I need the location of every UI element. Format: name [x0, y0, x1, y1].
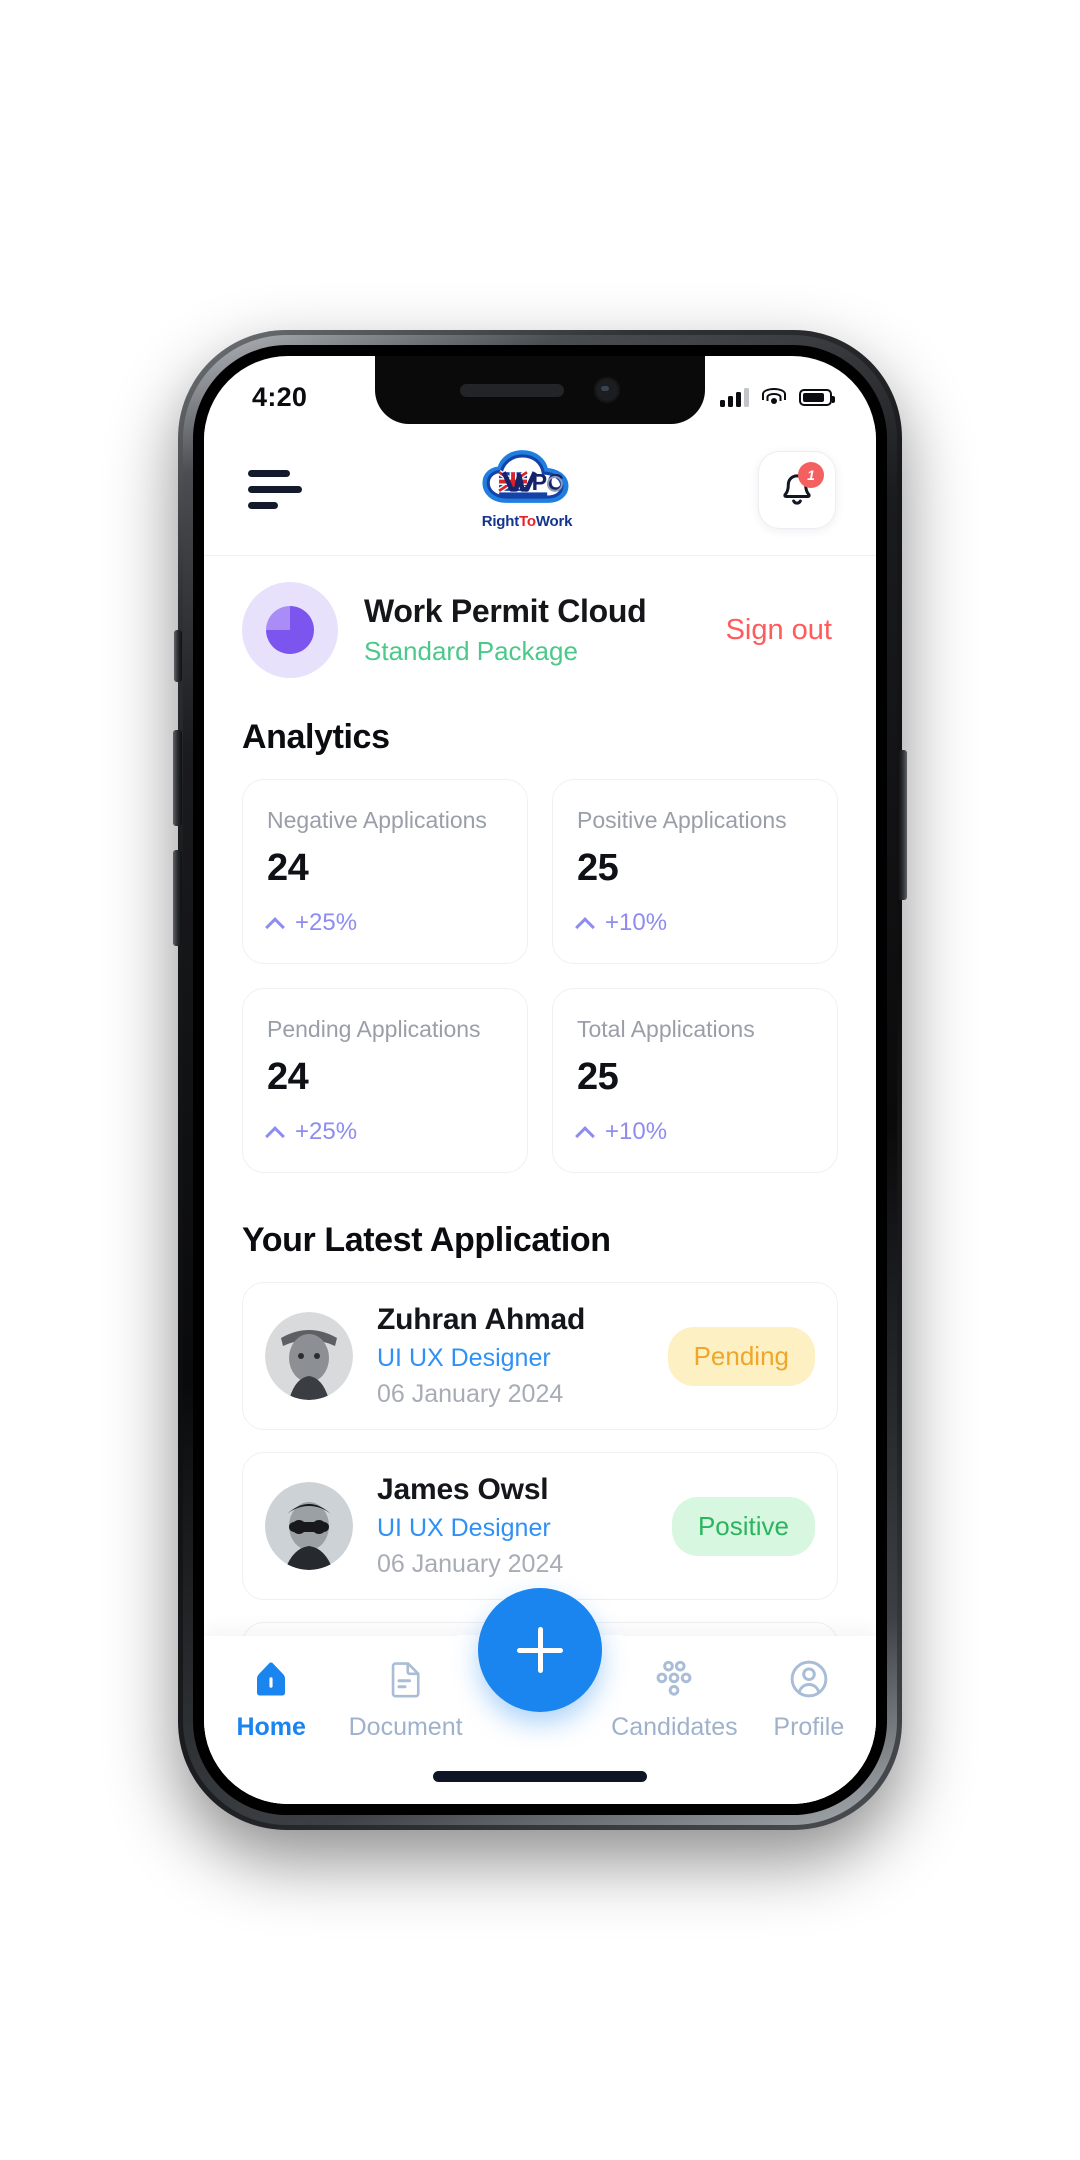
analytics-card-value: 24: [267, 1056, 309, 1098]
analytics-card-label: Negative Applications: [267, 807, 487, 833]
chevron-up-icon: [577, 1123, 596, 1142]
wordmark-work: Work: [535, 513, 573, 530]
analytics-card-delta-text: +25%: [295, 909, 358, 936]
candidate-info: James Owsl UI UX Designer 06 January 2024: [377, 1473, 672, 1579]
logo-wordmark: RightToWork: [482, 513, 573, 530]
candidates-icon: [651, 1656, 697, 1702]
analytics-card-delta-text: +10%: [605, 1118, 668, 1145]
analytics-card-grid: Negative Applications 24 +25% Positive Appl…: [242, 779, 838, 1173]
notification-button[interactable]: 1: [758, 450, 836, 529]
status-badge: Positive: [671, 1496, 815, 1556]
analytics-card-delta: +25%: [267, 1118, 503, 1146]
wifi-icon: [762, 388, 786, 406]
candidate-role[interactable]: UI UX Designer: [377, 1514, 672, 1543]
avatar: [242, 582, 338, 678]
analytics-card[interactable]: Negative Applications 24 +25%: [242, 779, 528, 964]
analytics-card-label: Total Applications: [577, 1016, 755, 1042]
analytics-card-label: Positive Applications: [577, 807, 787, 833]
chevron-up-icon: [267, 1123, 286, 1142]
chevron-up-icon: [267, 914, 286, 933]
power-button[interactable]: [898, 750, 907, 900]
candidate-info: Zuhran Ahmad UI UX Designer 06 January 202…: [377, 1303, 668, 1409]
bottom-nav-item-home[interactable]: Home: [204, 1656, 338, 1742]
status-indicators: [720, 387, 835, 407]
hamburger-menu-icon[interactable]: [244, 466, 306, 513]
app-logo: PC RightToWork: [479, 449, 575, 530]
status-clock: 4:20: [252, 381, 308, 412]
phone-screen: 4:20 PC RightToWork 1 Work Permit Cloud …: [204, 356, 876, 1804]
account-package: Standard Package: [364, 636, 578, 666]
profile-icon: [786, 1656, 832, 1702]
analytics-card-value: 25: [577, 1056, 619, 1098]
account-text: Work Permit Cloud Standard Package: [364, 593, 726, 667]
account-name: Work Permit Cloud: [364, 593, 647, 629]
analytics-section: Analytics Negative Applications 24 +25% Pos…: [204, 718, 876, 1173]
candidate-name: Zuhran Ahmad: [377, 1303, 586, 1336]
signal-bars-icon: [720, 387, 749, 407]
status-badge: Pending: [667, 1326, 815, 1386]
phone-frame: 4:20 PC RightToWork 1 Work Permit Cloud …: [173, 330, 907, 1830]
home-indicator[interactable]: [433, 1771, 647, 1782]
wordmark-right: Right: [481, 513, 520, 530]
application-card[interactable]: James Owsl UI UX Designer 06 January 2024 P…: [242, 1452, 838, 1600]
add-application-fab[interactable]: [478, 1588, 602, 1712]
home-icon: [248, 1656, 294, 1702]
analytics-card-delta-text: +10%: [605, 909, 668, 936]
analytics-card-value: 24: [267, 847, 309, 889]
analytics-card-delta: +10%: [577, 1118, 813, 1146]
analytics-card[interactable]: Pending Applications 24 +25%: [242, 988, 528, 1173]
analytics-card-label: Pending Applications: [267, 1016, 481, 1042]
document-icon: [383, 1656, 429, 1702]
bottom-nav-item-candidates[interactable]: Candidates: [607, 1656, 741, 1742]
application-date: 06 January 2024: [377, 1550, 564, 1578]
candidate-role[interactable]: UI UX Designer: [377, 1344, 668, 1373]
wpc-cloud-logo-icon: PC: [479, 449, 575, 511]
sign-out-button[interactable]: Sign out: [726, 614, 838, 647]
analytics-card[interactable]: Total Applications 25 +10%: [552, 988, 838, 1173]
battery-icon: [799, 388, 835, 406]
bottom-nav-label: Profile: [773, 1713, 845, 1741]
chevron-up-icon: [577, 914, 596, 933]
analytics-title: Analytics: [242, 718, 390, 756]
account-summary-row: Work Permit Cloud Standard Package Sign …: [204, 556, 876, 684]
bottom-nav-label: Candidates: [611, 1713, 738, 1741]
wordmark-to: To: [519, 513, 536, 530]
candidate-avatar: [265, 1312, 353, 1400]
notification-badge: 1: [798, 461, 824, 488]
app-header: PC RightToWork 1: [204, 424, 876, 556]
silent-switch[interactable]: [174, 630, 182, 682]
front-camera: [594, 377, 620, 403]
analytics-card-value: 25: [577, 847, 619, 889]
application-date: 06 January 2024: [377, 1380, 564, 1408]
volume-down-button[interactable]: [173, 850, 182, 946]
phone-bezel: 4:20 PC RightToWork 1 Work Permit Cloud …: [193, 345, 887, 1815]
application-card[interactable]: Zuhran Ahmad UI UX Designer 06 January 202…: [242, 1282, 838, 1430]
candidate-avatar: [265, 1482, 353, 1570]
bottom-nav-item-profile[interactable]: Profile: [742, 1656, 876, 1742]
analytics-card-delta: +25%: [267, 909, 503, 937]
latest-applications-title: Your Latest Application: [242, 1221, 611, 1259]
bottom-nav-label: Home: [236, 1713, 306, 1741]
pie-avatar-icon: [266, 606, 314, 654]
bottom-nav-item-document[interactable]: Document: [338, 1656, 472, 1742]
bottom-nav-label: Document: [348, 1713, 463, 1741]
analytics-card-delta-text: +25%: [295, 1118, 358, 1145]
candidate-name: James Owsl: [377, 1473, 549, 1506]
display-notch: [375, 356, 705, 424]
analytics-card-delta: +10%: [577, 909, 813, 937]
volume-up-button[interactable]: [173, 730, 182, 826]
analytics-card[interactable]: Positive Applications 25 +10%: [552, 779, 838, 964]
earpiece-speaker: [460, 383, 564, 397]
screenshot-stage: 4:20 PC RightToWork 1 Work Permit Cloud …: [0, 0, 1080, 2160]
